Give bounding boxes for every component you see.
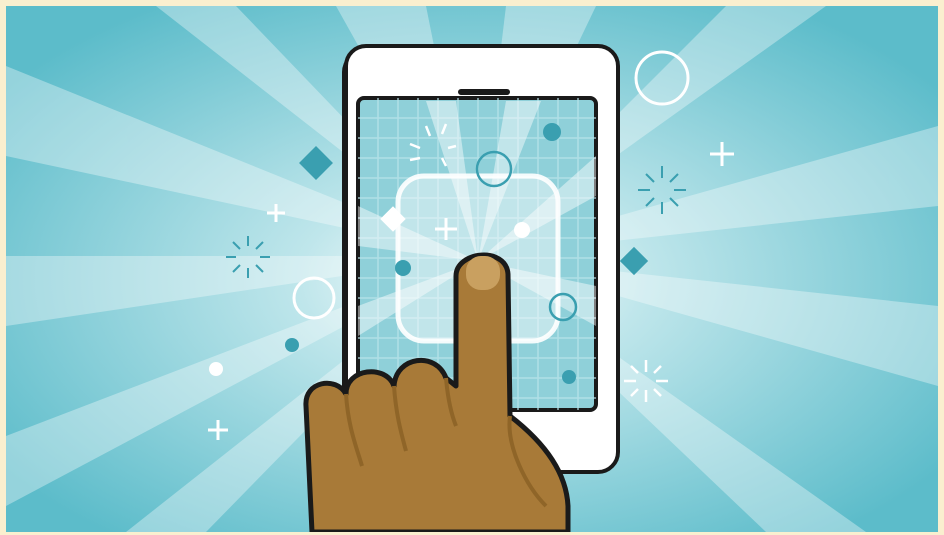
fingernail bbox=[466, 256, 500, 290]
dot-icon bbox=[543, 123, 561, 141]
phone-speaker bbox=[458, 89, 510, 95]
dot-icon bbox=[514, 222, 530, 238]
illustration-scene bbox=[6, 6, 938, 532]
dot-icon bbox=[209, 362, 223, 376]
dot-icon bbox=[285, 338, 299, 352]
image-frame bbox=[0, 0, 944, 535]
illustration-svg bbox=[6, 6, 938, 532]
dot-icon bbox=[395, 260, 411, 276]
dot-icon bbox=[562, 370, 576, 384]
